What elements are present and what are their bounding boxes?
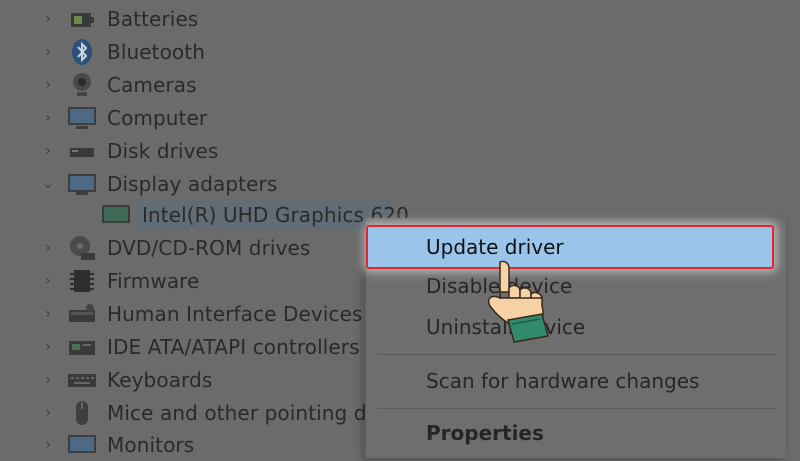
tree-item-human-interface-devices[interactable]: › Human Interface Devices [0, 297, 420, 330]
chevron-right-icon[interactable]: › [40, 273, 56, 289]
tree-item-display-adapters[interactable]: ⌄ Display adapters [0, 167, 420, 200]
display-adapter-icon [100, 201, 132, 229]
tree-item-cameras[interactable]: › Cameras [0, 68, 420, 101]
tree-item-label: Keyboards [107, 367, 213, 392]
tree-item-label: Computer [107, 105, 208, 130]
tree-item-keyboards[interactable]: › Keyboards [0, 363, 420, 396]
bluetooth-icon [66, 38, 98, 66]
dvd-drive-icon [66, 234, 98, 262]
tree-item-mice[interactable]: › Mice and other pointing de [0, 396, 420, 429]
tree-item-ide-ata-atapi-controllers[interactable]: › IDE ATA/ATAPI controllers [0, 330, 420, 363]
tree-item-label: Monitors [107, 432, 195, 457]
chevron-right-icon[interactable]: › [40, 405, 56, 421]
monitor-icon [66, 431, 98, 459]
chevron-right-icon[interactable]: › [40, 372, 56, 388]
tree-item-monitors[interactable]: › Monitors [0, 428, 420, 461]
tree-item-label: DVD/CD-ROM drives [107, 235, 311, 260]
chevron-right-icon[interactable]: › [40, 143, 56, 159]
tree-item-batteries[interactable]: › Batteries [0, 2, 420, 35]
chevron-right-icon[interactable]: › [40, 437, 56, 453]
battery-icon [66, 5, 98, 33]
ide-controller-icon [66, 333, 98, 361]
disk-drive-icon [66, 137, 98, 165]
chevron-right-icon[interactable]: › [40, 77, 56, 93]
hid-icon [66, 300, 98, 328]
tree-item-intel-uhd-graphics[interactable]: Intel(R) UHD Graphics 620 [0, 198, 420, 231]
menu-item-label: Update driver [426, 235, 564, 259]
menu-separator [378, 408, 778, 409]
computer-icon [66, 104, 98, 132]
chevron-right-icon[interactable]: › [40, 339, 56, 355]
mouse-icon [66, 399, 98, 427]
tree-item-bluetooth[interactable]: › Bluetooth [0, 35, 420, 68]
menu-item-properties[interactable]: Properties [426, 421, 544, 445]
menu-item-scan-hardware[interactable]: Scan for hardware changes [426, 369, 699, 393]
tree-item-computer[interactable]: › Computer [0, 101, 420, 134]
chevron-right-icon[interactable]: › [40, 306, 56, 322]
tree-item-label: Disk drives [107, 138, 219, 163]
pointing-hand-icon [488, 260, 549, 343]
keyboard-icon [66, 366, 98, 394]
tree-item-label: Batteries [107, 6, 199, 31]
chevron-right-icon[interactable]: › [40, 240, 56, 256]
tree-item-label: Display adapters [107, 171, 278, 196]
tree-item-label: IDE ATA/ATAPI controllers [107, 334, 360, 359]
tree-item-firmware[interactable]: › Firmware [0, 264, 420, 297]
chevron-right-icon[interactable]: › [40, 44, 56, 60]
menu-item-update-driver[interactable]: Update driver [366, 225, 774, 269]
tree-item-label: Mice and other pointing de [107, 400, 379, 425]
chevron-right-icon[interactable]: › [40, 110, 56, 126]
chevron-down-icon[interactable]: ⌄ [40, 176, 56, 192]
tree-item-dvd-cd-rom-drives[interactable]: › DVD/CD-ROM drives [0, 231, 420, 264]
camera-icon [66, 71, 98, 99]
firmware-icon [66, 267, 98, 295]
tree-item-label: Firmware [107, 268, 200, 293]
display-adapter-icon [66, 170, 98, 198]
tree-item-disk-drives[interactable]: › Disk drives [0, 134, 420, 167]
tree-item-label: Human Interface Devices [107, 301, 363, 326]
menu-separator [378, 354, 778, 355]
chevron-right-icon[interactable]: › [40, 11, 56, 27]
tree-item-label: Bluetooth [107, 39, 205, 64]
tree-item-label: Cameras [107, 72, 197, 97]
